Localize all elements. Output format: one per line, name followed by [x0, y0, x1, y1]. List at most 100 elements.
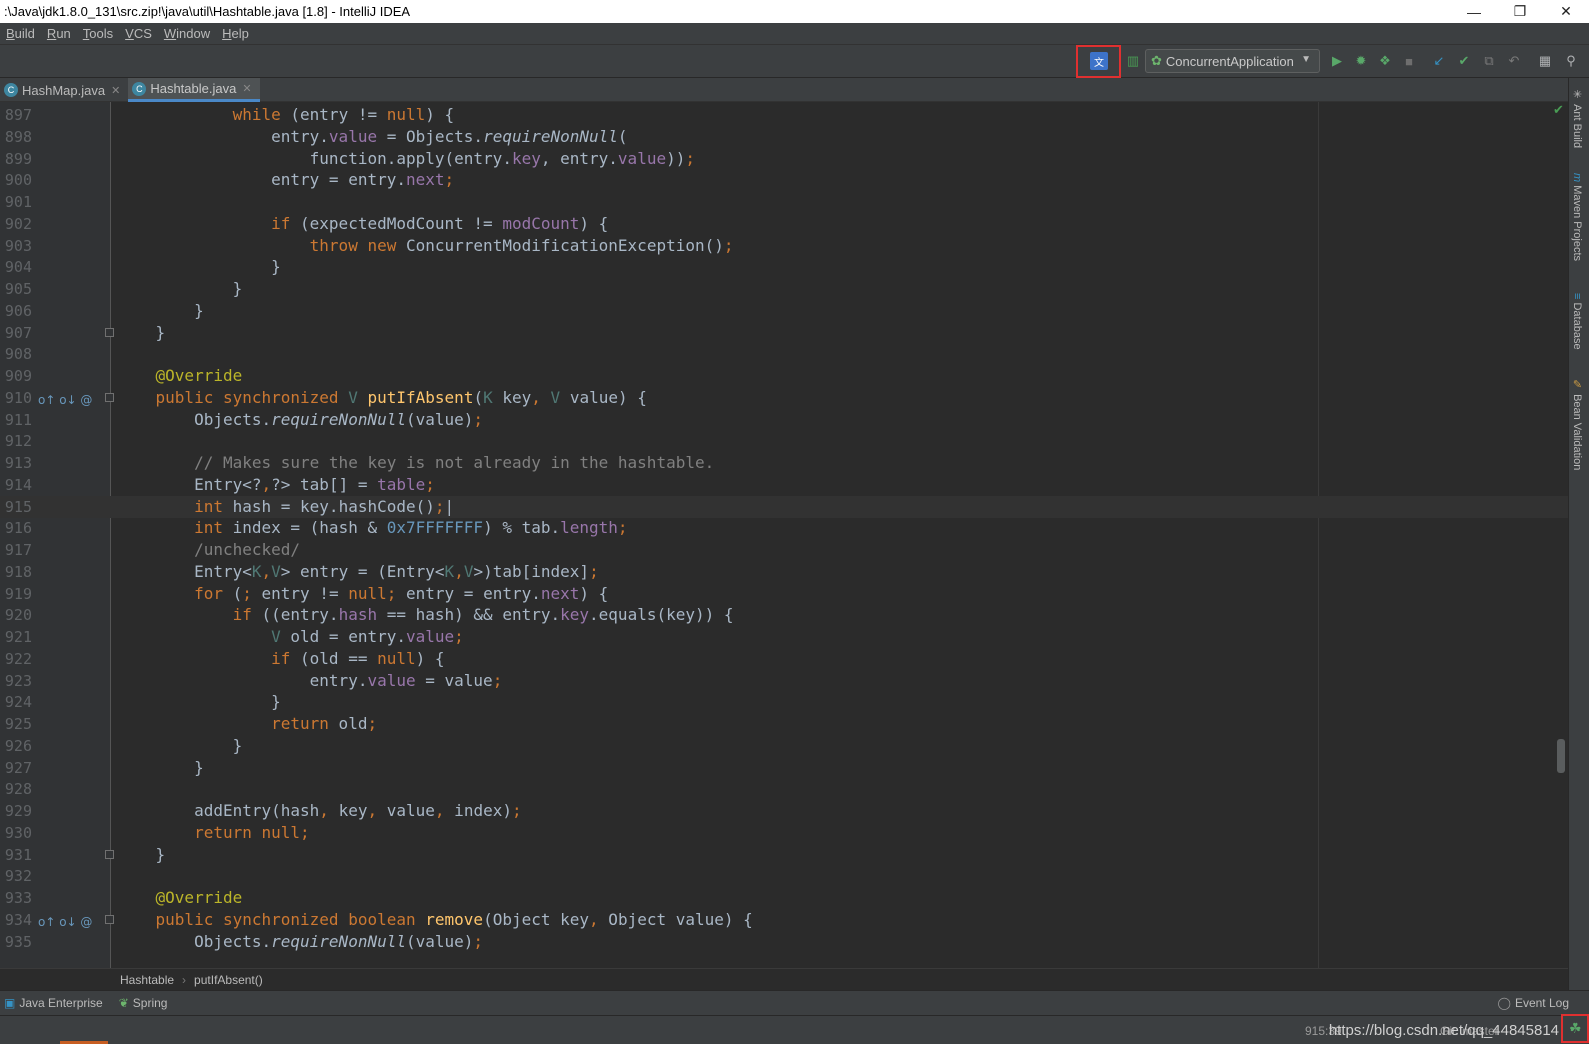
code-line[interactable]: 906 } [0, 300, 1568, 322]
tab-hashtable[interactable]: C Hashtable.java ✕ [128, 78, 260, 102]
fold-marker-icon[interactable] [105, 914, 114, 924]
code-line[interactable]: 901 [0, 191, 1568, 213]
menu-vcs[interactable]: VCS [119, 26, 158, 41]
event-log-tool[interactable]: ◯ Event Log [1498, 996, 1569, 1010]
code-line[interactable]: 933 @Override [0, 887, 1568, 909]
project-structure-icon[interactable]: ▦ [1536, 52, 1554, 70]
menu-run[interactable]: Run [41, 26, 77, 41]
line-number: 904 [4, 258, 32, 277]
code-line[interactable]: 898 entry.value = Objects.requireNonNull… [0, 126, 1568, 148]
search-icon[interactable]: ⚲ [1562, 52, 1580, 70]
minimize-button[interactable]: — [1451, 0, 1497, 23]
maven-projects-tab[interactable]: m Maven Projects [1571, 173, 1583, 261]
fold-marker-icon[interactable] [105, 327, 114, 337]
vcs-update-icon[interactable]: ↙ [1430, 52, 1448, 70]
code-line[interactable]: 929 addEntry(hash, key, value, index); [0, 800, 1568, 822]
breadcrumb-class[interactable]: Hashtable [120, 973, 174, 987]
ant-build-tab[interactable]: ✳ Ant Build [1571, 88, 1584, 148]
code-line[interactable]: 919 for (; entry != null; entry = entry.… [0, 583, 1568, 605]
history-icon[interactable]: ⧉ [1480, 52, 1498, 70]
translate-icon[interactable]: 文 [1090, 52, 1108, 70]
code-text: if (old == null) { [271, 648, 445, 668]
spring-tool[interactable]: ❦ Spring [119, 996, 168, 1010]
menu-bar: Build Run Tools VCS Window Help [0, 23, 1589, 45]
code-line[interactable]: 914 Entry<?,?> tab[] = table; [0, 474, 1568, 496]
code-editor[interactable]: 897 while (entry != null) {898 entry.val… [0, 102, 1568, 968]
code-line[interactable]: 932 [0, 865, 1568, 887]
line-number: 918 [4, 562, 32, 581]
code-line[interactable]: 922 if (old == null) { [0, 648, 1568, 670]
code-text: } [117, 735, 243, 755]
close-icon[interactable]: ✕ [111, 84, 120, 97]
spring-leaf-icon: ❦ [118, 996, 129, 1010]
run-config-select[interactable]: ✿ ConcurrentApplication ▼ [1145, 49, 1320, 73]
code-line[interactable]: 899 function.apply(entry.key, entry.valu… [0, 148, 1568, 170]
code-line[interactable]: 915 int hash = key.hashCode();| [0, 495, 1568, 518]
code-line[interactable]: 927 } [0, 757, 1568, 779]
code-line[interactable]: 920 if ((entry.hash == hash) && entry.ke… [0, 604, 1568, 626]
coverage-icon[interactable]: ❖ [1376, 52, 1394, 70]
code-line[interactable]: 903 throw new ConcurrentModificationExce… [0, 235, 1568, 257]
stop-icon[interactable]: ■ [1400, 52, 1418, 70]
code-line[interactable]: 904 } [0, 256, 1568, 278]
code-line[interactable]: 918 Entry<K,V> entry = (Entry<K,V>)tab[i… [0, 561, 1568, 583]
power-save-icon[interactable]: ☘ [1569, 1020, 1582, 1037]
code-line[interactable]: 912 [0, 430, 1568, 452]
code-text: public synchronized V putIfAbsent(K key,… [155, 387, 647, 407]
line-number: 929 [4, 802, 32, 820]
fold-marker-icon[interactable] [105, 392, 114, 402]
java-enterprise-tool[interactable]: ▣ Java Enterprise [4, 996, 103, 1010]
code-line[interactable]: 908 [0, 343, 1568, 365]
code-line[interactable]: 934 o↑ o↓ @ public synchronized boolean r… [0, 909, 1568, 931]
build-icon[interactable]: ▥ [1124, 52, 1142, 70]
code-line[interactable]: 924 } [0, 691, 1568, 713]
close-button[interactable]: ✕ [1543, 0, 1589, 23]
code-text: return null; [194, 822, 310, 842]
database-tab[interactable]: ≡ Database [1571, 293, 1583, 350]
menu-tools[interactable]: Tools [77, 26, 119, 41]
code-line[interactable]: 916 int index = (hash & 0x7FFFFFFF) % ta… [0, 517, 1568, 539]
code-line[interactable]: 910 o↑ o↓ @ public synchronized V putIfAb… [0, 387, 1568, 409]
bean-validation-tab[interactable]: ✎ Bean Validation [1571, 378, 1584, 470]
code-line[interactable]: 917 /unchecked/ [0, 539, 1568, 561]
code-line[interactable]: 928 [0, 778, 1568, 800]
code-line[interactable]: 911 Objects.requireNonNull(value); [0, 409, 1568, 431]
restore-button[interactable]: ❐ [1497, 0, 1543, 23]
override-gutter-icon[interactable]: o↑ o↓ @ [38, 911, 92, 933]
code-line[interactable]: 930 return null; [0, 822, 1568, 844]
code-text: public synchronized boolean remove(Objec… [155, 909, 753, 929]
code-line[interactable]: 897 while (entry != null) { [0, 104, 1568, 126]
code-line[interactable]: 926 } [0, 735, 1568, 757]
code-line[interactable]: 902 if (expectedModCount != modCount) { [0, 213, 1568, 235]
run-icon[interactable]: ▶ [1328, 52, 1346, 70]
code-line[interactable]: 935 Objects.requireNonNull(value); [0, 931, 1568, 953]
tab-hashmap[interactable]: C HashMap.java ✕ [0, 78, 128, 102]
revert-icon[interactable]: ↶ [1505, 52, 1523, 70]
breadcrumb-method[interactable]: putIfAbsent() [194, 973, 263, 987]
code-line[interactable]: 923 entry.value = value; [0, 670, 1568, 692]
window-title: :\Java\jdk1.8.0_131\src.zip!\java\util\H… [4, 4, 411, 19]
menu-build[interactable]: Build [0, 26, 41, 41]
menu-window[interactable]: Window [158, 26, 216, 41]
code-line[interactable]: 909 @Override [0, 365, 1568, 387]
scrollbar-thumb[interactable] [1557, 739, 1565, 773]
fold-marker-icon[interactable] [105, 849, 114, 859]
vcs-commit-icon[interactable]: ✔ [1455, 52, 1473, 70]
code-line[interactable]: 925 return old; [0, 713, 1568, 735]
code-text: int hash = key.hashCode();| [194, 496, 455, 516]
code-line[interactable]: 931 } [0, 844, 1568, 866]
code-line[interactable]: 907 } [0, 322, 1568, 344]
event-log-icon: ◯ [1497, 996, 1511, 1010]
close-icon[interactable]: ✕ [242, 82, 251, 95]
line-number: 906 [4, 301, 32, 320]
ant-build-label: Ant Build [1571, 104, 1583, 149]
debug-icon[interactable]: ✹ [1352, 52, 1370, 70]
code-line[interactable]: 900 entry = entry.next; [0, 169, 1568, 191]
override-gutter-icon[interactable]: o↑ o↓ @ [38, 389, 92, 411]
line-number: 912 [4, 432, 32, 451]
code-line[interactable]: 913 // Makes sure the key is not already… [0, 452, 1568, 474]
code-text: } [117, 692, 281, 712]
code-line[interactable]: 905 } [0, 278, 1568, 300]
code-line[interactable]: 921 V old = entry.value; [0, 626, 1568, 648]
menu-help[interactable]: Help [216, 26, 255, 41]
